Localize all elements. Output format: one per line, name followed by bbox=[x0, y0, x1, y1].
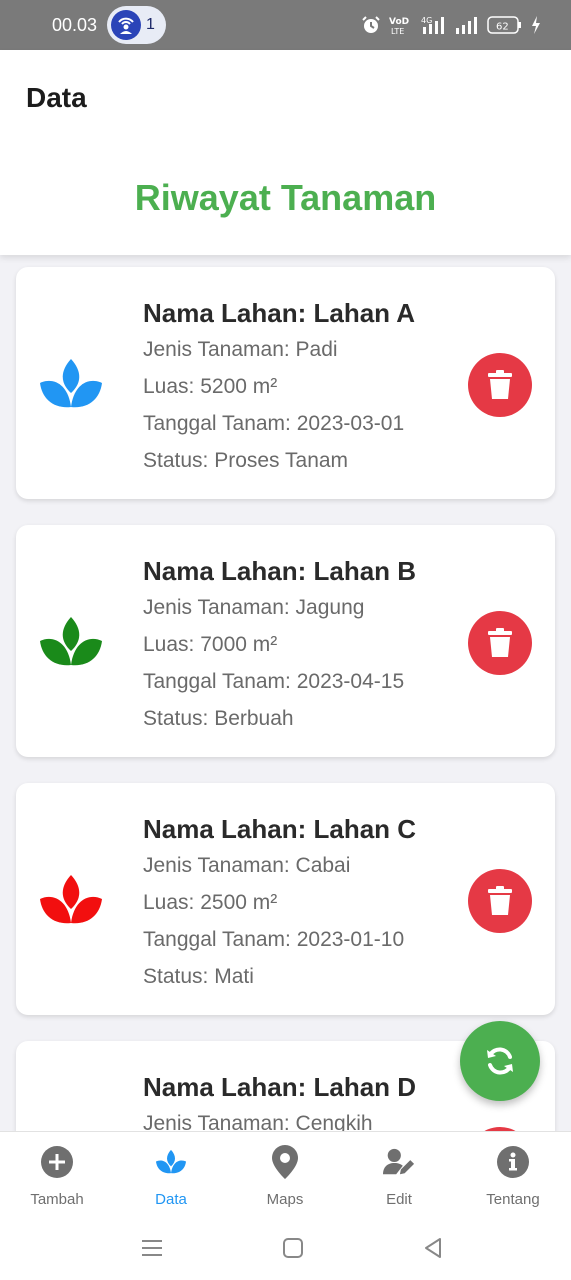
record-card[interactable]: Nama Lahan: Lahan B Jenis Tanaman: Jagun… bbox=[16, 525, 555, 757]
system-nav-bar bbox=[0, 1221, 571, 1280]
nav-label: Edit bbox=[386, 1191, 412, 1208]
delete-button[interactable] bbox=[468, 611, 532, 675]
battery-icon: 62 bbox=[487, 16, 521, 34]
record-status: Status: Berbuah bbox=[143, 707, 294, 730]
record-name: Nama Lahan: Lahan D bbox=[143, 1072, 417, 1102]
svg-text:VoD: VoD bbox=[389, 17, 409, 27]
nav-label: Tambah bbox=[30, 1191, 84, 1208]
record-crop: Jenis Tanaman: Padi bbox=[143, 338, 338, 361]
records-list[interactable]: Nama Lahan: Lahan A Jenis Tanaman: Padi … bbox=[0, 255, 571, 1131]
record-area: Luas: 2500 m² bbox=[143, 891, 278, 914]
back-button[interactable] bbox=[413, 1233, 453, 1263]
record-crop: Jenis Tanaman: Cabai bbox=[143, 854, 351, 877]
status-bar: 00.03 1 VoD LTE 4G 62 bbox=[0, 0, 571, 50]
home-square-icon bbox=[283, 1238, 303, 1258]
svg-text:LTE: LTE bbox=[391, 27, 404, 35]
refresh-button[interactable] bbox=[460, 1021, 540, 1101]
page-heading: Riwayat Tanaman bbox=[134, 177, 437, 218]
record-date: Tanggal Tanam: 2023-03-01 bbox=[143, 412, 405, 435]
signal-4g-icon: 4G bbox=[421, 16, 444, 34]
record-card[interactable]: Nama Lahan: Lahan A Jenis Tanaman: Padi … bbox=[16, 267, 555, 499]
trash-icon bbox=[488, 370, 512, 399]
hotspot-icon bbox=[111, 10, 141, 40]
app-title: Data bbox=[26, 82, 87, 113]
hotspot-indicator[interactable]: 1 bbox=[107, 6, 166, 44]
user-edit-icon bbox=[383, 1148, 415, 1175]
record-status: Status: Mati bbox=[143, 965, 254, 988]
nav-label: Maps bbox=[266, 1191, 304, 1208]
nav-edit[interactable]: Edit bbox=[342, 1132, 456, 1222]
charging-icon bbox=[532, 16, 540, 34]
record-name: Nama Lahan: Lahan B bbox=[143, 556, 417, 586]
refresh-icon bbox=[487, 1047, 513, 1075]
record-area: Luas: 5200 m² bbox=[143, 375, 278, 398]
alarm-icon bbox=[362, 16, 380, 33]
signal-icon bbox=[456, 17, 477, 34]
trash-icon bbox=[488, 628, 512, 657]
lotus-icon bbox=[40, 359, 102, 408]
menu-button[interactable] bbox=[132, 1233, 172, 1263]
svg-text:62: 62 bbox=[496, 22, 509, 33]
volte-icon: VoD LTE bbox=[389, 17, 409, 35]
nav-label: Tentang bbox=[486, 1191, 540, 1208]
record-crop: Jenis Tanaman: Jagung bbox=[143, 596, 365, 619]
lotus-icon bbox=[40, 875, 102, 924]
record-crop: Jenis Tanaman: Cengkih bbox=[143, 1112, 373, 1131]
delete-button[interactable] bbox=[468, 353, 532, 417]
app-header: Data Riwayat Tanaman bbox=[0, 50, 571, 255]
plus-circle-icon bbox=[41, 1146, 73, 1178]
nav-data[interactable]: Data bbox=[114, 1132, 228, 1222]
record-date: Tanggal Tanam: 2023-04-15 bbox=[143, 670, 405, 693]
record-name: Nama Lahan: Lahan C bbox=[143, 814, 417, 844]
nav-label: Data bbox=[155, 1191, 187, 1208]
svg-text:4G: 4G bbox=[421, 16, 432, 25]
menu-icon bbox=[142, 1240, 162, 1256]
bottom-nav: Tambah Data Maps Edit Tentang bbox=[0, 1131, 571, 1221]
status-time: 00.03 bbox=[52, 15, 98, 35]
lotus-icon bbox=[155, 1149, 187, 1174]
record-card[interactable]: Nama Lahan: Lahan C Jenis Tanaman: Cabai… bbox=[16, 783, 555, 1015]
info-icon bbox=[497, 1146, 529, 1178]
trash-icon bbox=[488, 886, 512, 915]
record-name: Nama Lahan: Lahan A bbox=[143, 298, 416, 328]
record-date: Tanggal Tanam: 2023-01-10 bbox=[143, 928, 405, 951]
record-status: Status: Proses Tanam bbox=[143, 449, 349, 472]
nav-tentang[interactable]: Tentang bbox=[456, 1132, 570, 1222]
notification-count: 1 bbox=[146, 16, 155, 33]
home-button[interactable] bbox=[273, 1233, 313, 1263]
record-area: Luas: 7000 m² bbox=[143, 633, 278, 656]
lotus-icon bbox=[40, 617, 102, 666]
back-triangle-icon bbox=[425, 1238, 441, 1258]
nav-tambah[interactable]: Tambah bbox=[0, 1132, 114, 1222]
nav-maps[interactable]: Maps bbox=[228, 1132, 342, 1222]
delete-button[interactable] bbox=[468, 869, 532, 933]
map-pin-icon bbox=[272, 1145, 298, 1179]
